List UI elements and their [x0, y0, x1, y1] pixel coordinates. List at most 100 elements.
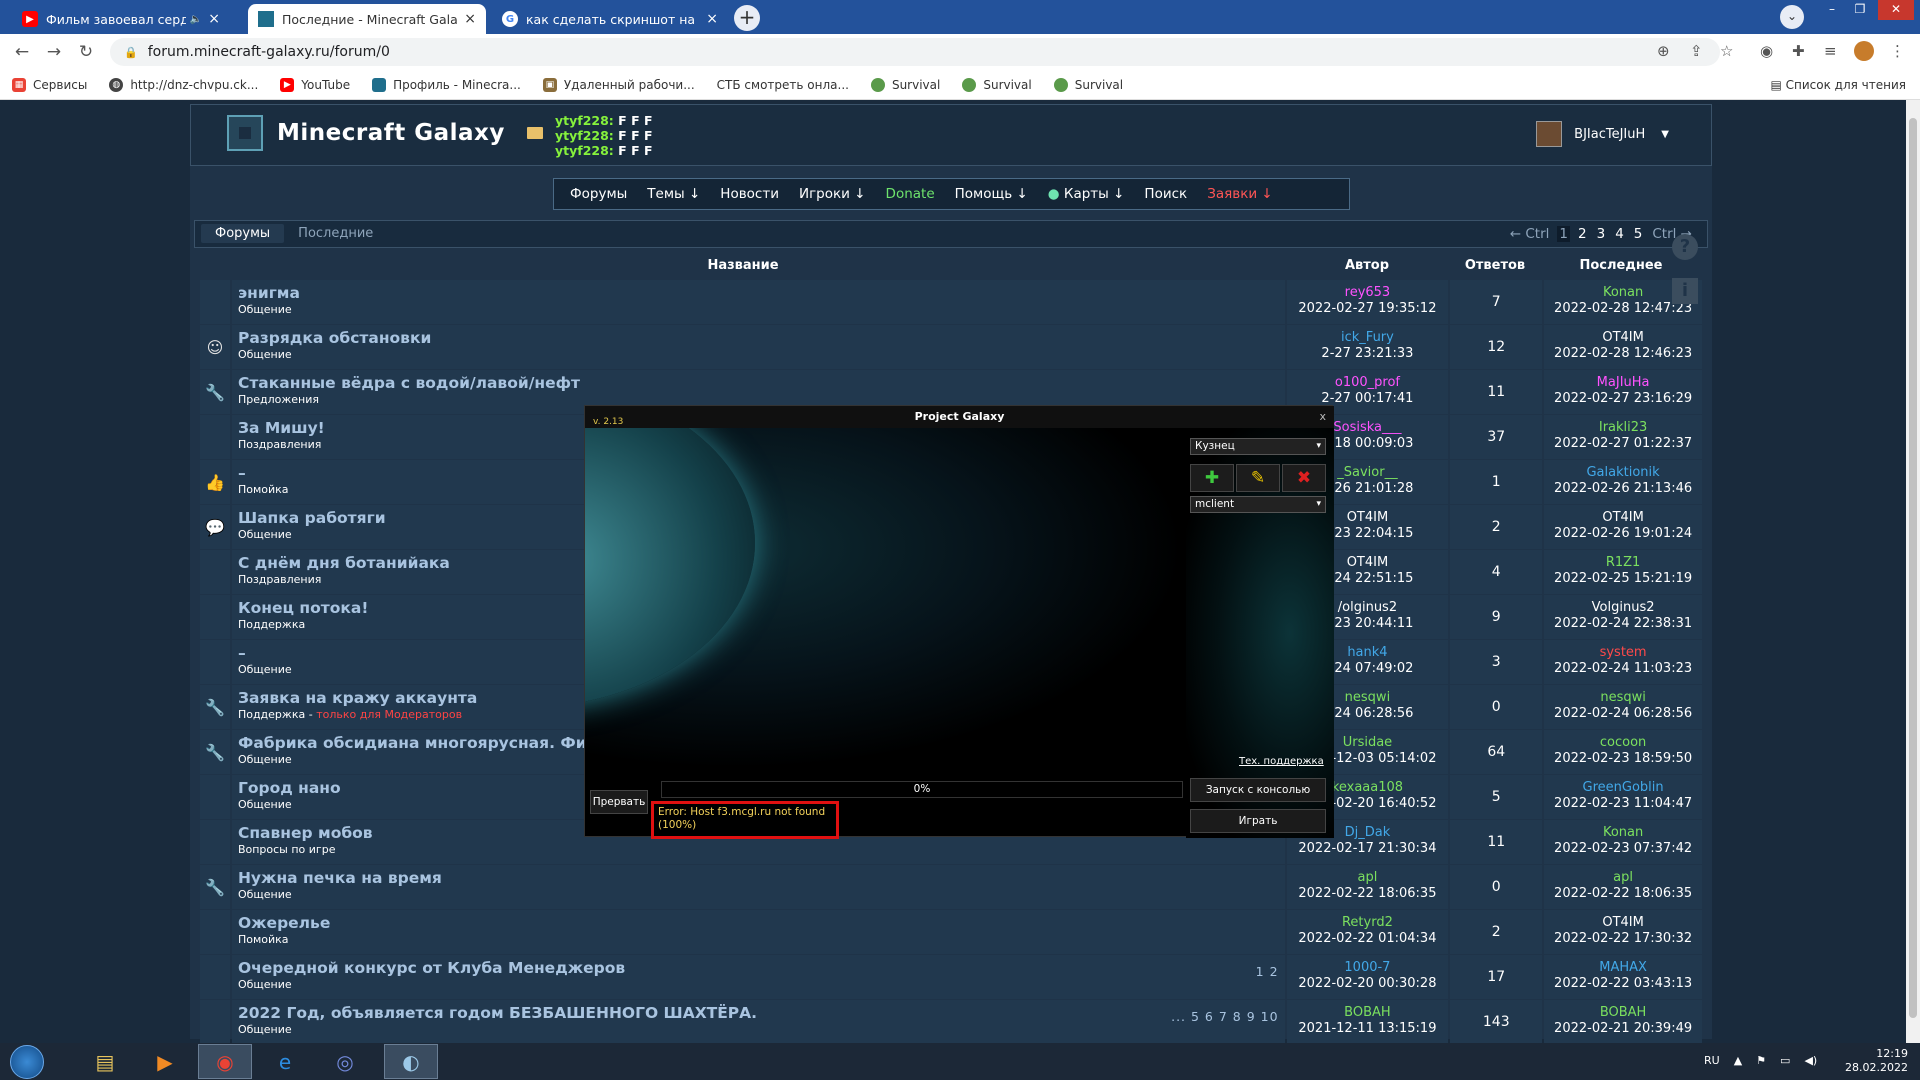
bookmark-star-icon[interactable]: ☆ — [1720, 42, 1733, 60]
nav-donate[interactable]: Donate — [886, 186, 935, 202]
start-button[interactable] — [10, 1045, 44, 1079]
stop-button[interactable]: Прервать — [590, 790, 648, 814]
restore-icon[interactable]: ❐ — [1846, 0, 1874, 20]
page-scrollbar[interactable] — [1906, 100, 1920, 1043]
profile-avatar[interactable] — [1854, 41, 1874, 61]
table-row[interactable]: ☺ Разрядка обстановки Общение ick_Fury 2… — [200, 325, 1704, 369]
volume-icon[interactable]: ◀) — [1804, 1054, 1817, 1067]
nav-topics[interactable]: Темы ↓ — [647, 186, 700, 202]
topic-title-link[interactable]: энигма — [238, 284, 1285, 302]
zoom-icon[interactable]: ⊕ — [1657, 42, 1670, 60]
last-poster-link[interactable]: BOBAH — [1544, 1005, 1702, 1021]
nav-news[interactable]: Новости — [720, 186, 779, 202]
pager-page-5[interactable]: 5 — [1632, 226, 1645, 242]
info-icon[interactable]: i — [1672, 278, 1698, 304]
last-poster-link[interactable]: cocoon — [1544, 735, 1702, 751]
scrollbar-thumb[interactable] — [1909, 118, 1917, 1018]
nav-requests[interactable]: Заявки ↓ — [1207, 186, 1273, 202]
author-link[interactable]: BOBAH — [1287, 1005, 1449, 1021]
close-tab-icon[interactable]: × — [706, 11, 718, 27]
bookmark-survival-1[interactable]: Survival — [870, 77, 940, 92]
bookmark-survival-3[interactable]: Survival — [1053, 77, 1123, 92]
table-row[interactable]: Очередной конкурс от Клуба Менеджеров Об… — [200, 955, 1704, 999]
table-row[interactable]: Ожерелье Помойка Retyrd2 2022-02-22 01:0… — [200, 910, 1704, 954]
nav-maps[interactable]: ● Карты ↓ — [1048, 186, 1125, 202]
topic-pages[interactable]: ... 5 6 7 8 9 10 — [1171, 1009, 1278, 1024]
tab-minecraft-galaxy[interactable]: Последние - Minecraft Galaxy × — [248, 4, 486, 34]
table-row[interactable]: энигма Общение rey653 2022-02-27 19:35:1… — [200, 280, 1704, 324]
pager-page-1[interactable]: 1 — [1557, 226, 1570, 242]
last-poster-link[interactable]: system — [1544, 645, 1702, 661]
notification-item[interactable]: ytyf228: F F F — [555, 128, 653, 143]
pager-page-2[interactable]: 2 — [1576, 226, 1589, 242]
client-select[interactable]: mclient — [1190, 496, 1326, 513]
nav-search[interactable]: Поиск — [1144, 186, 1187, 202]
language-indicator[interactable]: RU — [1704, 1054, 1720, 1067]
new-tab-button[interactable]: + — [734, 5, 760, 31]
help-icon[interactable]: ? — [1672, 234, 1698, 260]
last-poster-link[interactable]: apl — [1544, 870, 1702, 886]
close-tab-icon[interactable]: × — [464, 11, 476, 27]
tab-youtube[interactable]: ▶ Фильм завоевал сердца ми 🔈 × — [12, 4, 230, 34]
author-link[interactable]: apl — [1287, 870, 1449, 886]
last-poster-link[interactable]: OT4IM — [1544, 330, 1702, 346]
clock[interactable]: 12:19 28.02.2022 — [1845, 1047, 1908, 1075]
pager-page-4[interactable]: 4 — [1613, 226, 1626, 242]
address-bar[interactable]: 🔒 forum.minecraft-galaxy.ru/forum/0 — [110, 38, 1720, 66]
nav-help[interactable]: Помощь ↓ — [955, 186, 1028, 202]
reading-list-button[interactable]: ▤ Список для чтения — [1770, 78, 1906, 92]
tab-search-icon[interactable]: ⌄ — [1780, 5, 1804, 29]
last-poster-link[interactable]: MaJIuHa — [1544, 375, 1702, 391]
author-link[interactable]: o100_prof — [1287, 375, 1449, 391]
close-tab-icon[interactable]: × — [208, 11, 220, 27]
network-icon[interactable]: ▭ — [1780, 1054, 1790, 1067]
topic-title-link[interactable]: Очередной конкурс от Клуба Менеджеров — [238, 959, 1285, 977]
close-icon[interactable]: x — [1319, 406, 1326, 428]
last-poster-link[interactable]: Galaktionik — [1544, 465, 1702, 481]
user-menu[interactable]: BJIacTeJIuH ▼ — [1536, 121, 1669, 147]
author-link[interactable]: Retyrd2 — [1287, 915, 1449, 931]
topic-title-link[interactable]: Разрядка обстановки — [238, 329, 1285, 347]
play-button[interactable]: Играть — [1190, 809, 1326, 833]
tab-forums[interactable]: Форумы — [201, 224, 285, 243]
share-icon[interactable]: ⇪ — [1690, 42, 1703, 60]
last-poster-link[interactable]: R1Z1 — [1544, 555, 1702, 571]
mail-icon[interactable] — [527, 127, 543, 139]
bookmark-services[interactable]: ▦ Сервисы — [12, 77, 87, 92]
topic-title-link[interactable]: Нужна печка на время — [238, 869, 1285, 887]
last-poster-link[interactable]: Konan — [1544, 825, 1702, 841]
topic-pages[interactable]: 1 2 — [1256, 964, 1279, 979]
notification-item[interactable]: ytyf228: F F F — [555, 113, 653, 128]
bookmark-remote-desktop[interactable]: ▣ Удаленный рабочи... — [542, 77, 695, 92]
pager-page-3[interactable]: 3 — [1595, 226, 1608, 242]
bookmark-survival-2[interactable]: Survival — [962, 77, 1032, 92]
topic-title-link[interactable]: Ожерелье — [238, 914, 1285, 932]
close-window-icon[interactable]: ✕ — [1878, 0, 1914, 20]
last-poster-link[interactable]: GreenGoblin — [1544, 780, 1702, 796]
site-logo[interactable]: Minecraft Galaxy — [227, 115, 505, 151]
chrome-icon[interactable]: ◉ — [198, 1044, 252, 1079]
bookmark-profile[interactable]: Профиль - Minecra... — [372, 77, 521, 92]
back-icon[interactable]: ← — [6, 42, 38, 62]
author-link[interactable]: 1000-7 — [1287, 960, 1449, 976]
translate-extension-icon[interactable]: ◉ — [1760, 42, 1773, 60]
bookmark-youtube[interactable]: ▶ YouTube — [280, 77, 350, 92]
edit-pencil-icon[interactable]: ✎ — [1236, 464, 1280, 492]
reading-list-icon[interactable]: ≡ — [1824, 42, 1837, 60]
tab-google[interactable]: G как сделать скриншот на компе × — [492, 4, 728, 34]
explorer-icon[interactable]: ▤ — [78, 1044, 132, 1079]
table-row[interactable]: 2022 Год, объявляется годом БЕЗБАШЕННОГО… — [200, 1000, 1704, 1043]
forward-icon[interactable]: → — [38, 42, 70, 62]
reload-icon[interactable]: ↻ — [70, 42, 102, 62]
media-player-icon[interactable]: ▶ — [138, 1044, 192, 1079]
launcher-taskbar-icon[interactable]: ◐ — [384, 1044, 438, 1079]
notification-item[interactable]: ytyf228: F F F — [555, 143, 653, 158]
last-poster-link[interactable]: Volginus2 — [1544, 600, 1702, 616]
bookmark-stb[interactable]: СТБ смотреть онла... — [717, 78, 849, 92]
flag-icon[interactable]: ⚑ — [1756, 1054, 1766, 1067]
tray-arrow-icon[interactable]: ▲ — [1734, 1054, 1742, 1067]
delete-icon[interactable]: ✖ — [1282, 464, 1326, 492]
minimize-icon[interactable]: – — [1818, 0, 1846, 20]
topic-title-link[interactable]: 2022 Год, объявляется годом БЕЗБАШЕННОГО… — [238, 1004, 1285, 1022]
last-poster-link[interactable]: MAHAX — [1544, 960, 1702, 976]
